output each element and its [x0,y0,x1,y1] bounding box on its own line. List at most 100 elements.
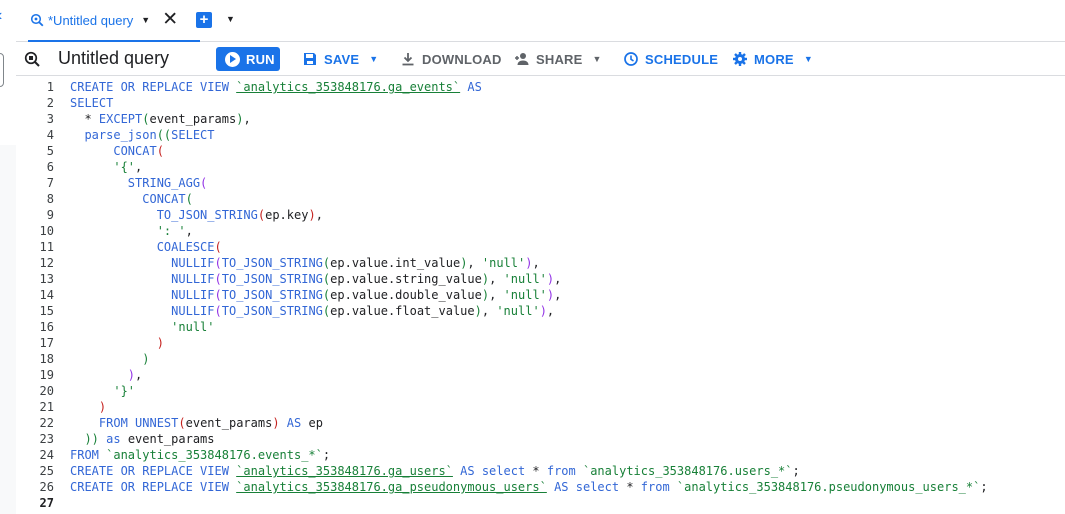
line-number: 27 [39,496,54,510]
code-token: COALESCE [156,240,215,254]
code-token: ( [156,144,164,158]
code-line[interactable]: 20 '}' [16,383,1065,399]
code-token: , [554,288,562,302]
line-number: 14 [39,288,54,302]
code-line[interactable]: 4 parse_json((SELECT [16,127,1065,143]
code-line[interactable]: 27 [16,495,1065,511]
code-line[interactable]: 3 * EXCEPT(event_params), [16,111,1065,127]
code-text: * EXCEPT(event_params), [70,111,250,127]
code-token: `analytics_353848176.ga_events` [236,80,461,94]
query-tab-icon [30,13,44,27]
play-icon [225,51,240,67]
code-line[interactable]: 21 ) [16,399,1065,415]
code-line[interactable]: 14 NULLIF(TO_JSON_STRING(ep.value.double… [16,287,1065,303]
line-number: 4 [46,128,54,142]
code-token: FROM [70,448,107,462]
line-number: 26 [39,480,54,494]
code-token: AS select [452,464,533,478]
code-token: , [135,160,143,174]
add-tab-caret-icon[interactable]: ▼ [226,14,235,24]
code-line[interactable]: 23 )) as event_params [16,431,1065,447]
code-token: event_params [149,112,237,126]
close-icon[interactable]: ✕ [162,10,178,30]
code-line[interactable]: 22 FROM UNNEST(event_params) AS ep [16,415,1065,431]
share-person-icon [515,53,529,65]
code-text: ), [70,367,142,383]
code-text: ) [70,351,149,367]
code-line[interactable]: 25 CREATE OR REPLACE VIEW `analytics_3538… [16,463,1065,479]
code-text: CREATE OR REPLACE VIEW `analytics_353848… [70,463,800,479]
code-token: as [98,432,128,446]
code-token: ep.value.double_value [330,288,482,302]
code-line[interactable]: 7 STRING_AGG( [16,175,1065,191]
code-line[interactable]: 18 ) [16,351,1065,367]
collapse-panel-icon[interactable]: ‹ [0,6,7,26]
line-number: 15 [39,304,54,318]
line-number: 6 [46,160,54,174]
code-line[interactable]: 19 ), [16,367,1065,383]
code-token: ep [308,416,323,430]
code-text: 'null' [70,319,214,335]
code-token: ( [178,416,186,430]
line-number: 16 [39,320,54,334]
code-token: SELECT [70,96,114,110]
code-line[interactable]: 17 ) [16,335,1065,351]
save-button[interactable]: SAVE ▼ [302,47,378,71]
code-token: , [532,256,540,270]
code-line[interactable]: 2 SELECT [16,95,1065,111]
code-line[interactable]: 13 NULLIF(TO_JSON_STRING(ep.value.string… [16,271,1065,287]
explorer-panel-edge [0,53,4,87]
code-text: ': ', [70,223,193,239]
code-token: ep.key [265,208,309,222]
code-line[interactable]: 9 TO_JSON_STRING(ep.key), [16,207,1065,223]
code-token: ) [481,288,490,302]
save-label: SAVE [324,51,360,67]
code-line[interactable]: 24 FROM `analytics_353848176.events_*`; [16,447,1065,463]
code-text: '}' [70,383,135,399]
code-token: 'null' [503,272,547,286]
add-tab-icon[interactable]: + [196,12,212,28]
code-token: , [467,256,482,270]
code-line[interactable]: 26 CREATE OR REPLACE VIEW `analytics_3538… [16,479,1065,495]
code-text: COALESCE( [70,239,222,255]
code-line[interactable]: 15 NULLIF(TO_JSON_STRING(ep.value.float_… [16,303,1065,319]
page-title: Untitled query [58,48,170,68]
code-token: SELECT [171,128,215,142]
code-line[interactable]: 6 '{', [16,159,1065,175]
line-number: 22 [39,416,54,430]
more-button[interactable]: MORE ▼ [732,47,813,71]
tab-menu-caret-icon[interactable]: ▼ [141,15,150,25]
code-line[interactable]: 11 COALESCE( [16,239,1065,255]
code-token: `analytics_353848176.users_*` [582,464,793,478]
run-button[interactable]: RUN [216,47,280,71]
code-text: NULLIF(TO_JSON_STRING(ep.value.float_val… [70,303,554,319]
code-text: '{', [70,159,142,175]
line-number: 7 [46,176,54,190]
code-line[interactable]: 5 CONCAT( [16,143,1065,159]
code-token: ( [257,208,266,222]
sql-editor[interactable]: 1 CREATE OR REPLACE VIEW `analytics_35384… [16,77,1065,514]
schedule-button[interactable]: SCHEDULE [623,47,718,71]
code-token: ; [980,480,988,494]
code-token: * [626,480,641,494]
code-line[interactable]: 10 ': ', [16,223,1065,239]
code-text: ) [70,399,106,415]
code-token: AS [460,80,482,94]
tab-untitled-query[interactable]: *Untitled query ▼ ✕ [28,0,200,42]
code-line[interactable]: 16 'null' [16,319,1065,335]
code-text: ) [70,335,164,351]
code-line[interactable]: 12 NULLIF(TO_JSON_STRING(ep.value.int_va… [16,255,1065,271]
line-number: 23 [39,432,54,446]
download-button[interactable]: DOWNLOAD [400,47,502,71]
code-line[interactable]: 8 CONCAT( [16,191,1065,207]
code-text: CREATE OR REPLACE VIEW `analytics_353848… [70,79,482,95]
code-line[interactable]: 1 CREATE OR REPLACE VIEW `analytics_35384… [16,79,1065,95]
share-button[interactable]: SHARE ▼ [514,47,602,71]
code-token: NULLIF [171,288,215,302]
